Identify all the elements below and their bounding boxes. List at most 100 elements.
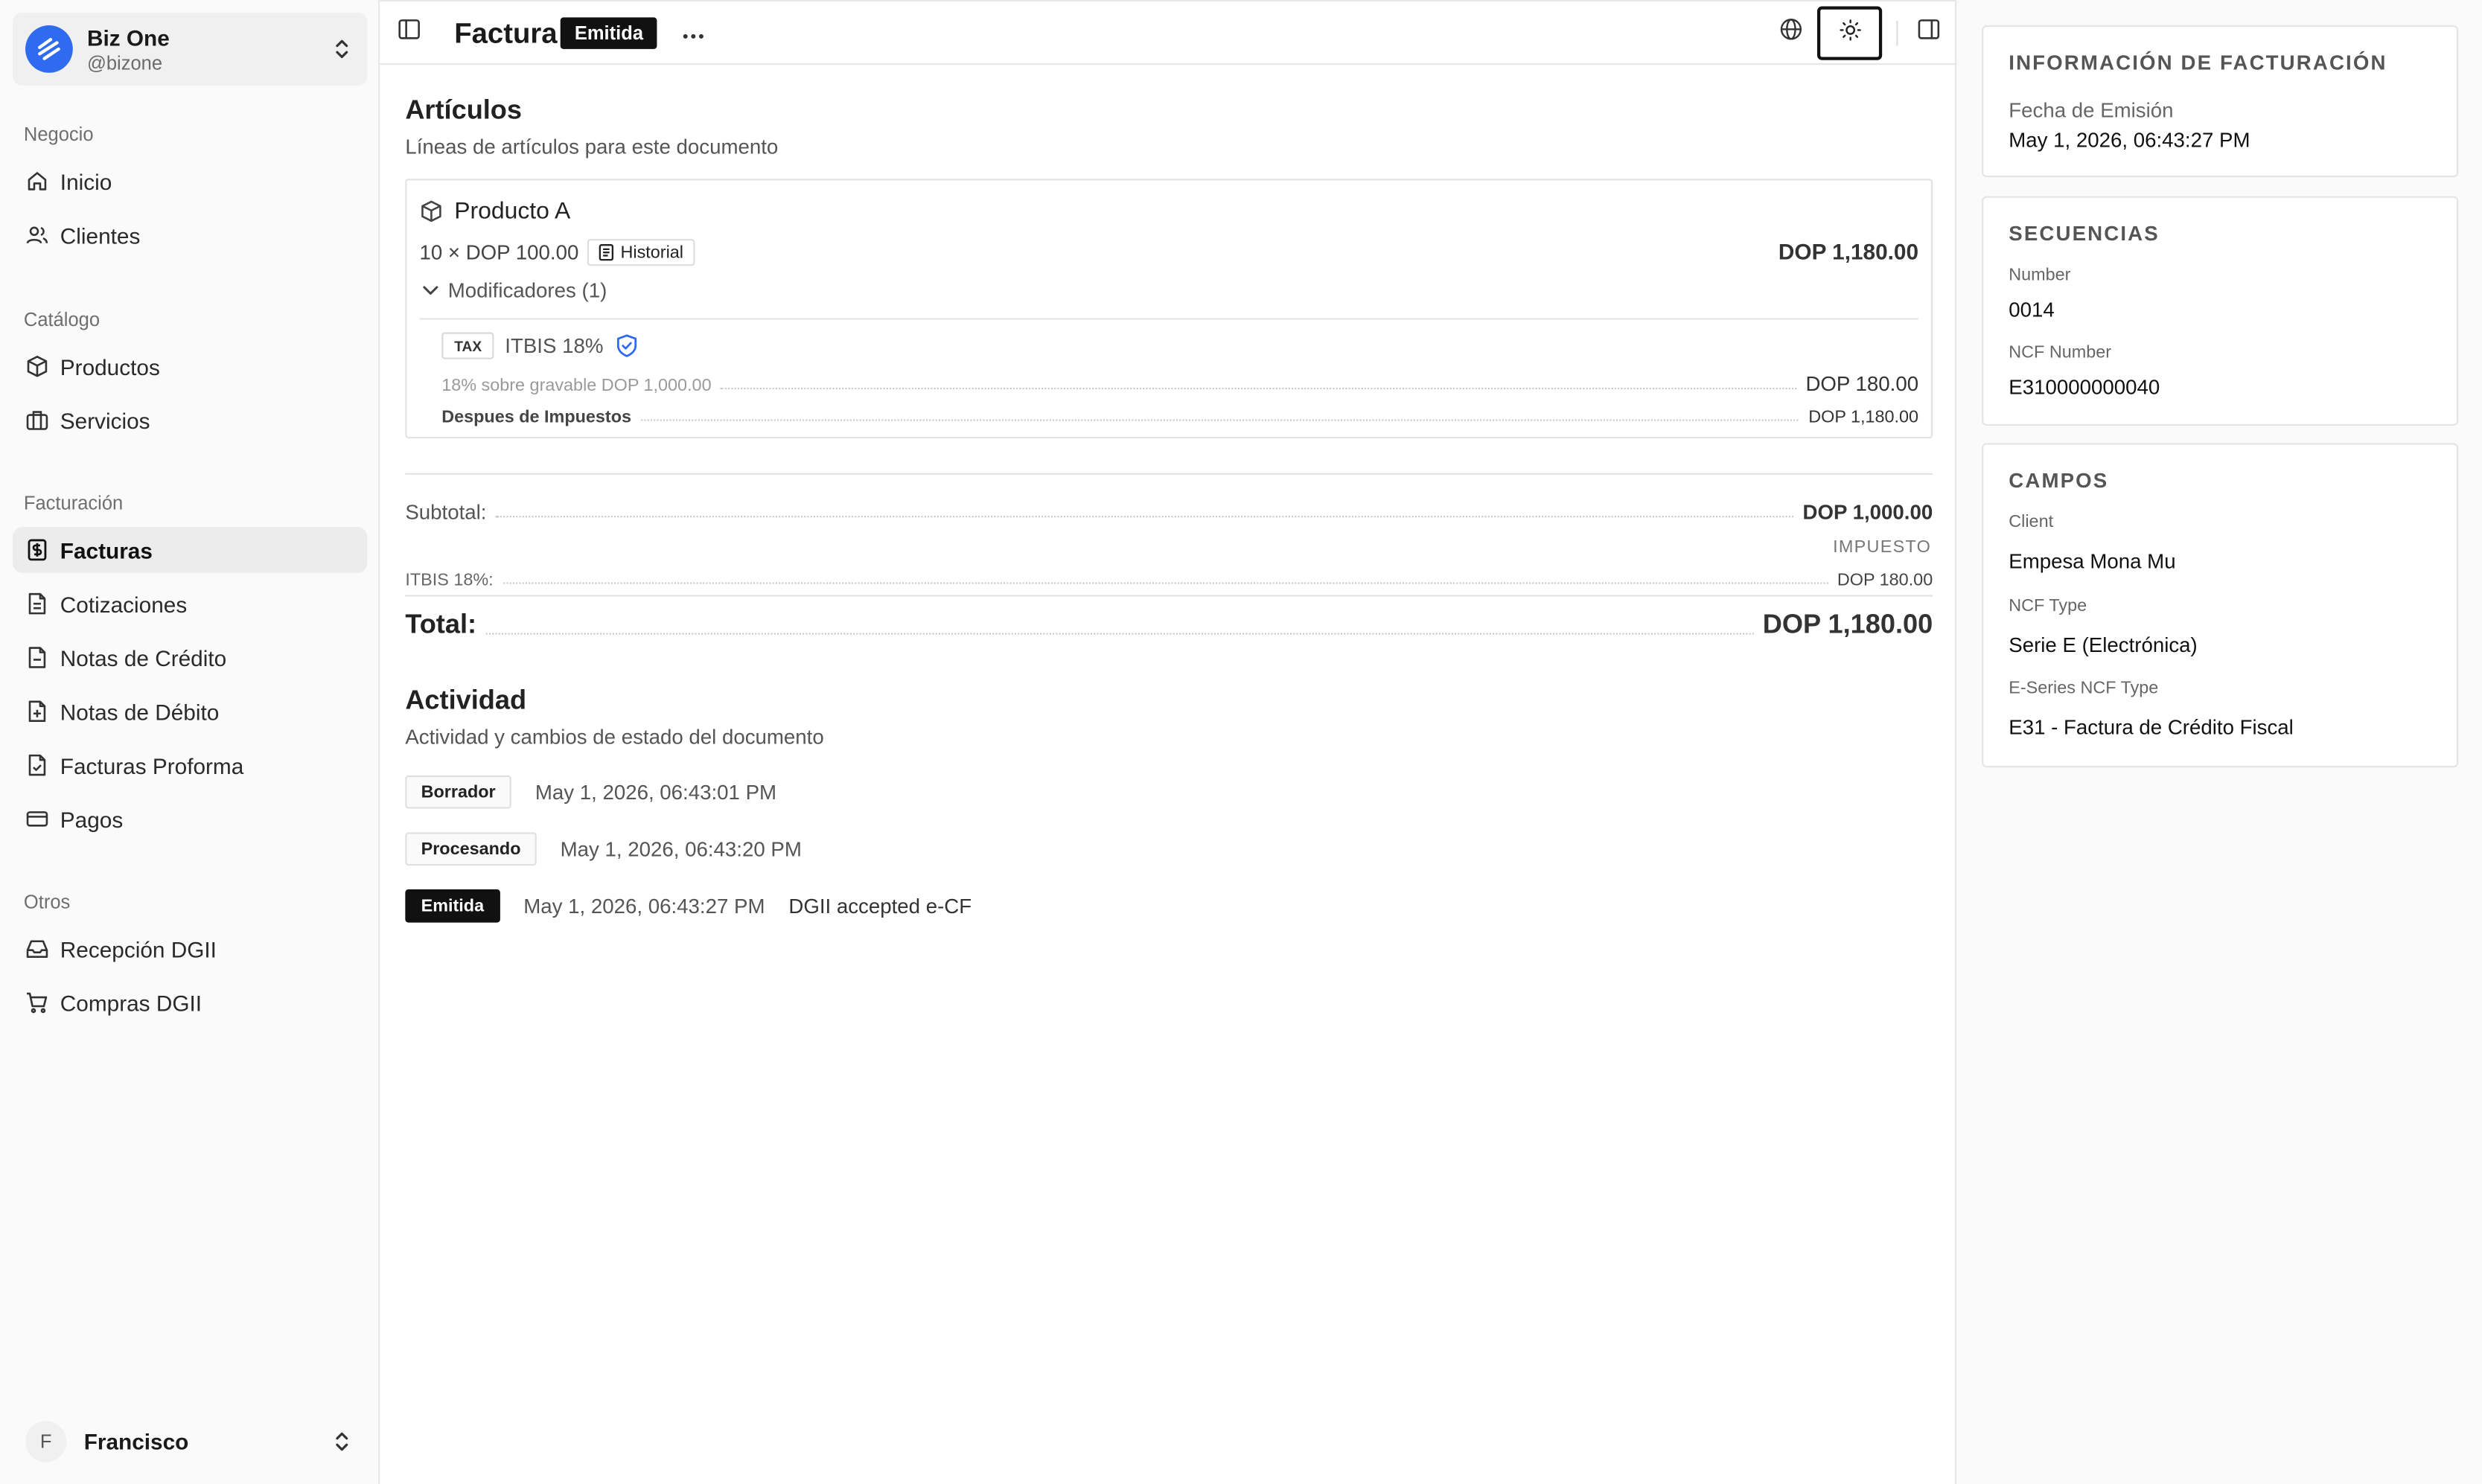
language-button[interactable] — [1775, 19, 1807, 48]
sequences-card: SECUENCIAS Number 0014 NCF Number E31000… — [1982, 196, 2459, 426]
sidebar-item-label: Facturas Proforma — [60, 752, 244, 778]
dotted-leader — [721, 387, 1796, 390]
sidebar-item-notas-de-debito[interactable]: Notas de Débito — [13, 688, 367, 735]
main-content: Factura Emitida Artículos Líneas de artí… — [380, 0, 1957, 1484]
sidebar-item-facturas[interactable]: Facturas — [13, 527, 368, 573]
sidebar-item-servicios[interactable]: Servicios — [13, 397, 367, 444]
ncf-type-value: Serie E (Electrónica) — [2009, 633, 2198, 657]
number-value: 0014 — [2009, 297, 2055, 322]
chevron-down-icon — [423, 285, 438, 296]
dotted-leader — [496, 516, 1793, 518]
sidebar-item-label: Recepción DGII — [60, 936, 217, 962]
sidebar-item-cotizaciones[interactable]: Cotizaciones — [13, 581, 367, 627]
activity-item: Emitida May 1, 2026, 06:43:27 PM DGII ac… — [405, 889, 972, 923]
ncf-number-value: E310000000040 — [2009, 374, 2160, 399]
dotted-leader — [640, 419, 1799, 421]
total-label: Total: — [405, 609, 477, 640]
issue-date-value: May 1, 2026, 06:43:27 PM — [2009, 128, 2250, 153]
sidebar-item-label: Clientes — [60, 222, 141, 248]
sidebar-item-notas-de-credito[interactable]: Notas de Crédito — [13, 635, 367, 681]
eseries-type-value: E31 - Factura de Crédito Fiscal — [2009, 715, 2294, 739]
sidebar-item-label: Servicios — [60, 407, 150, 433]
sidebar: Biz One @bizone Negocio Inicio Clientes … — [0, 0, 380, 1484]
modifiers-toggle[interactable]: Modificadores (1) — [423, 278, 607, 302]
workspace-name: Biz One — [86, 24, 170, 50]
dotted-leader — [485, 633, 1754, 635]
file-history-icon — [599, 243, 614, 261]
sidebar-item-label: Notas de Débito — [60, 698, 220, 724]
home-icon — [25, 170, 49, 194]
group-label-catalogo: Catálogo — [23, 308, 101, 331]
details-panel: INFORMACIÓN DE FACTURACIÓN Fecha de Emis… — [1958, 0, 2482, 1484]
subtotal-label: Subtotal: — [405, 499, 487, 524]
file-minus-icon — [25, 646, 49, 670]
subtotal-value: DOP 1,000.00 — [1802, 499, 1933, 524]
line-item-card: Producto A 10 × DOP 100.00 Historial DOP… — [405, 179, 1933, 438]
activity-section-title: Actividad — [405, 685, 527, 716]
panel-left-icon — [397, 17, 421, 49]
activity-item: Borrador May 1, 2026, 06:43:01 PM — [405, 775, 776, 809]
tax-chip: TAX — [441, 332, 495, 359]
after-tax-label: Despues de Impuestos — [441, 408, 632, 428]
toggle-details-panel-button[interactable] — [1914, 19, 1942, 48]
workspace-switcher[interactable]: Biz One @bizone — [13, 13, 368, 86]
line-item-qty-price: 10 × DOP 100.00 — [419, 240, 579, 265]
sidebar-item-label: Compras DGII — [60, 990, 202, 1016]
sidebar-item-label: Productos — [60, 354, 160, 380]
shield-check-icon — [616, 334, 638, 366]
globe-icon — [1778, 17, 1802, 49]
card-title: INFORMACIÓN DE FACTURACIÓN — [2009, 51, 2387, 74]
chevrons-up-down-icon — [329, 36, 354, 62]
activity-item: Procesando May 1, 2026, 06:43:20 PM — [405, 832, 802, 866]
tax-summary-value: DOP 180.00 — [1837, 571, 1933, 591]
sidebar-item-label: Pagos — [60, 806, 124, 832]
field-label: Client — [2009, 512, 2054, 532]
sidebar-item-pagos[interactable]: Pagos — [13, 796, 367, 842]
tax-base-label: 18% sobre gravable DOP 1,000.00 — [441, 377, 712, 396]
sidebar-item-label: Cotizaciones — [60, 591, 188, 617]
activity-status-badge: Procesando — [405, 832, 537, 866]
activity-section-subtitle: Actividad y cambios de estado del docume… — [405, 724, 824, 749]
toolbar: Factura Emitida — [380, 1, 1957, 65]
receipt-icon — [25, 538, 49, 562]
tax-row: ITBIS 18%: DOP 180.00 — [405, 566, 1933, 591]
user-name: Francisco — [83, 1429, 189, 1455]
group-label-facturacion: Facturación — [23, 492, 124, 515]
sidebar-item-productos[interactable]: Productos — [13, 343, 367, 389]
theme-toggle-button[interactable] — [1816, 6, 1883, 60]
modifiers-label: Modificadores (1) — [447, 278, 607, 303]
activity-date: May 1, 2026, 06:43:27 PM — [523, 894, 765, 918]
avatar: F — [25, 1421, 67, 1462]
sun-icon — [1839, 18, 1861, 48]
tax-header: IMPUESTO — [1833, 537, 1932, 557]
user-menu[interactable]: F Francisco — [13, 1415, 367, 1468]
group-label-otros: Otros — [23, 891, 71, 913]
fields-card: CAMPOS Client Empesa Mona Mu NCF Type Se… — [1982, 443, 2459, 768]
file-check-icon — [25, 753, 49, 777]
field-label: NCF Type — [2009, 596, 2087, 616]
more-horizontal-icon — [682, 19, 704, 48]
billing-info-card: INFORMACIÓN DE FACTURACIÓN Fecha de Emis… — [1982, 25, 2459, 178]
field-label: Number — [2009, 266, 2071, 285]
toggle-sidebar-button[interactable] — [394, 19, 422, 48]
cart-icon — [25, 991, 49, 1014]
sidebar-item-label: Notas de Crédito — [60, 645, 227, 671]
sidebar-item-inicio[interactable]: Inicio — [13, 159, 367, 205]
tax-name: ITBIS 18% — [505, 333, 604, 358]
sidebar-item-recepcion-dgii[interactable]: Recepción DGII — [13, 926, 367, 972]
status-badge: Emitida — [560, 17, 658, 49]
line-item-name: Producto A — [454, 197, 571, 225]
activity-status-badge: Emitida — [405, 889, 500, 923]
total-value: DOP 1,180.00 — [1762, 609, 1933, 640]
package-icon — [25, 354, 49, 378]
sidebar-item-clientes[interactable]: Clientes — [13, 212, 367, 258]
activity-date: May 1, 2026, 06:43:01 PM — [535, 780, 777, 805]
history-label: Historial — [620, 243, 683, 262]
tax-summary-label: ITBIS 18%: — [405, 571, 494, 591]
sidebar-item-facturas-proforma[interactable]: Facturas Proforma — [13, 742, 367, 788]
history-button[interactable]: Historial — [587, 239, 695, 266]
divider — [405, 595, 1933, 597]
more-actions-button[interactable] — [677, 19, 709, 48]
workspace-handle: @bizone — [86, 51, 163, 74]
sidebar-item-compras-dgii[interactable]: Compras DGII — [13, 979, 367, 1026]
